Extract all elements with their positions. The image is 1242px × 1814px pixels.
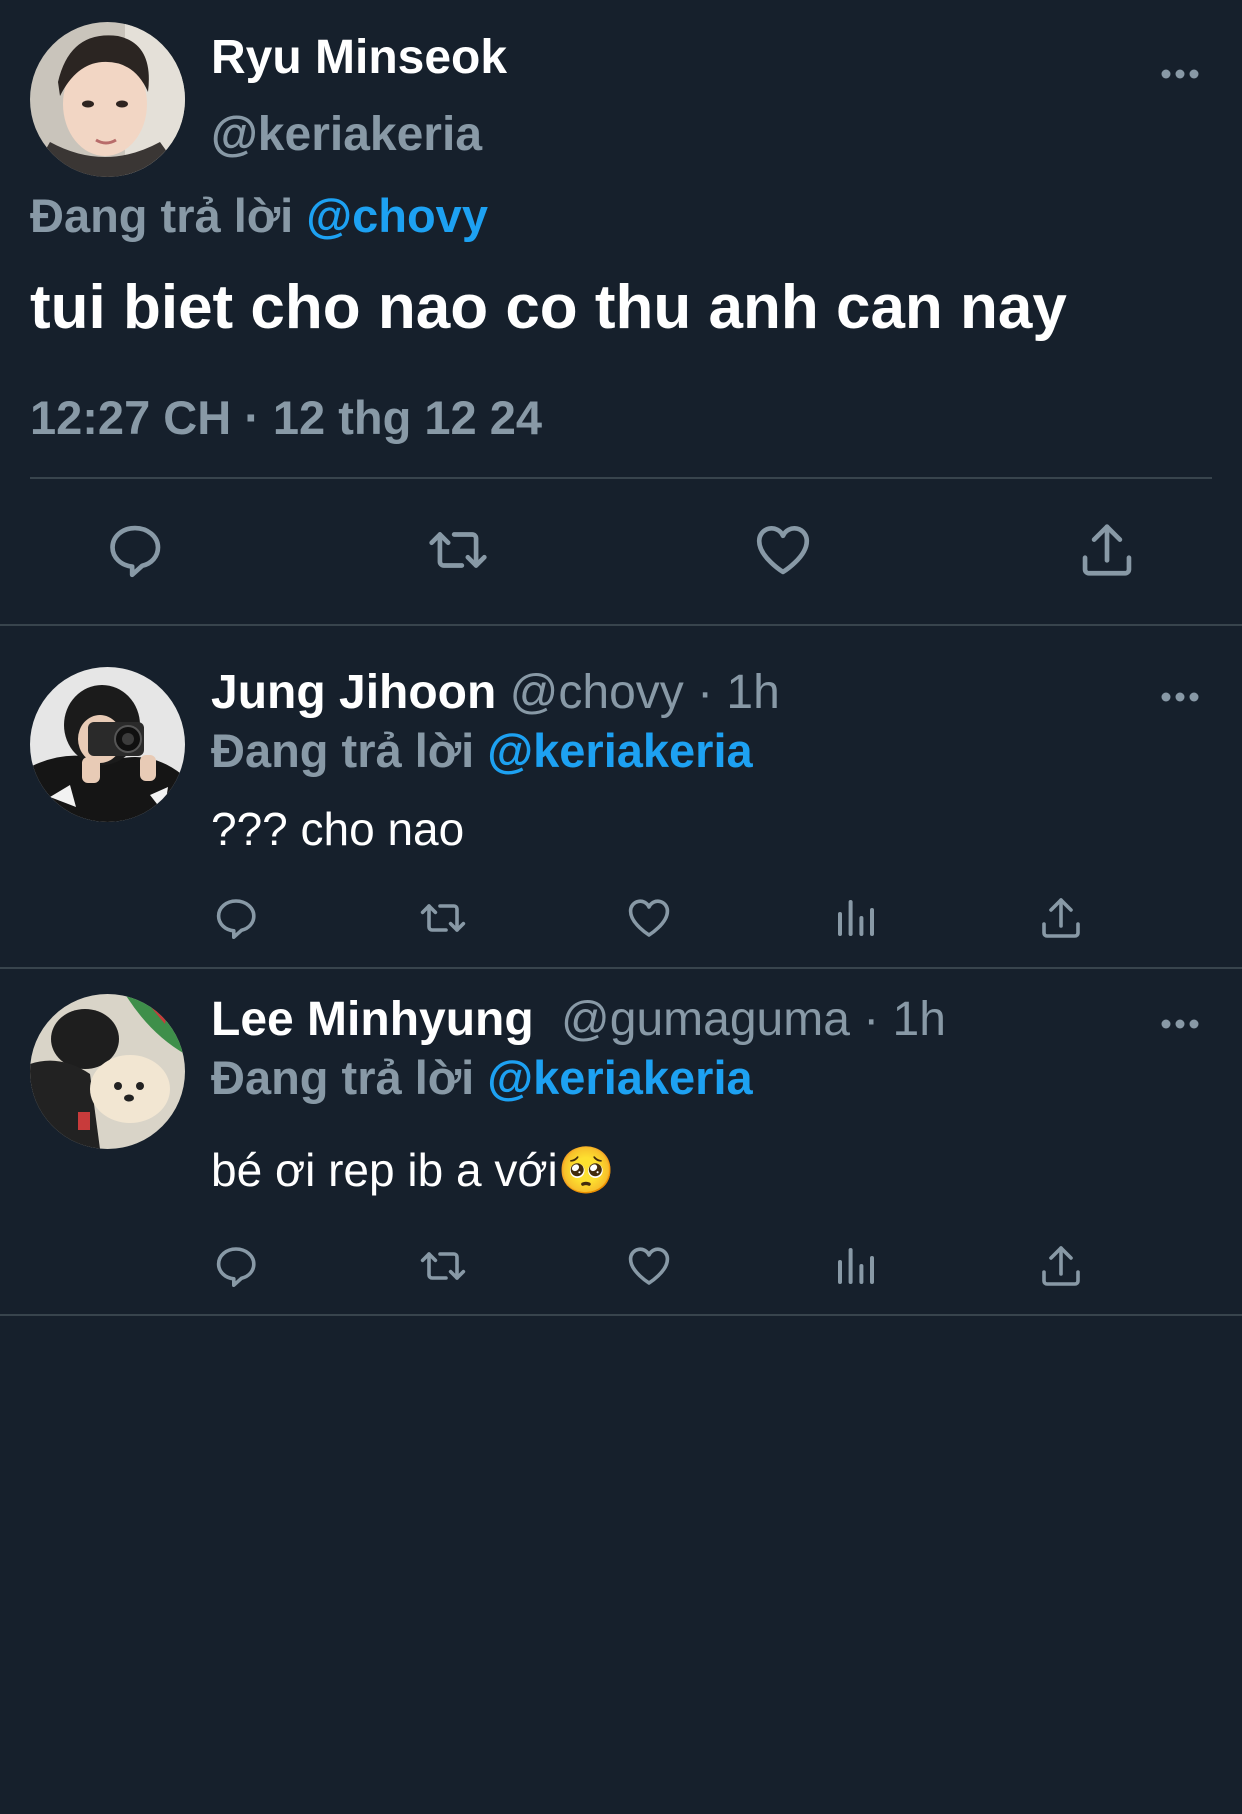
reply-header: Jung Jihoon @chovy · 1h [211,665,780,720]
replying-to-mention[interactable]: @chovy [306,189,488,242]
analytics-icon[interactable] [832,894,880,942]
reply-avatar[interactable] [30,994,185,1149]
replying-to-line: Đang trả lời @keriakeria [211,1050,753,1105]
reply-author-handle[interactable]: @chovy · 1h [510,666,780,719]
tweet-text: tui biet cho nao co thu anh can nay [30,273,1067,342]
share-icon[interactable] [1076,519,1138,581]
like-icon[interactable] [625,1242,673,1290]
replying-to-label: Đang trả lời [30,189,294,242]
author-handle[interactable]: @keriakeria [211,107,482,162]
more-horizontal-icon[interactable] [1160,1017,1200,1029]
retweet-icon[interactable] [427,519,489,581]
replying-to-line: Đang trả lời @keriakeria [211,723,753,778]
like-icon[interactable] [752,519,814,581]
replying-to-line: Đang trả lời @chovy [30,188,488,243]
reply-icon[interactable] [212,1242,260,1290]
replying-to-mention[interactable]: @keriakeria [487,724,752,777]
replying-to-label: Đang trả lời [211,724,475,777]
author-name[interactable]: Ryu Minseok [211,30,507,85]
reply-author-name[interactable]: Lee Minhyung [211,993,534,1046]
share-icon[interactable] [1037,894,1085,942]
reply-icon[interactable] [104,519,166,581]
thread-divider [0,624,1242,626]
author-avatar[interactable] [30,22,185,177]
reply-author-handle[interactable]: @gumaguma · 1h [561,993,946,1046]
thread-divider [0,967,1242,969]
retweet-icon[interactable] [419,1242,467,1290]
thread-divider [0,1314,1242,1316]
replying-to-mention[interactable]: @keriakeria [487,1051,752,1104]
reply-author-name[interactable]: Jung Jihoon [211,666,496,719]
reply-header: Lee Minhyung @gumaguma · 1h [211,992,946,1047]
reply-icon[interactable] [212,894,260,942]
share-icon[interactable] [1037,1242,1085,1290]
analytics-icon[interactable] [832,1242,880,1290]
reply-avatar[interactable] [30,667,185,822]
replying-to-label: Đang trả lời [211,1051,475,1104]
reply-text: ??? cho nao [211,803,465,855]
like-icon[interactable] [625,894,673,942]
retweet-icon[interactable] [419,894,467,942]
tweet-timestamp[interactable]: 12:27 CH · 12 thg 12 24 [30,390,542,445]
more-horizontal-icon[interactable] [1160,690,1200,702]
divider [30,477,1212,479]
more-horizontal-icon[interactable] [1160,67,1200,79]
reply-text: bé ơi rep ib a với🥺 [211,1144,615,1196]
